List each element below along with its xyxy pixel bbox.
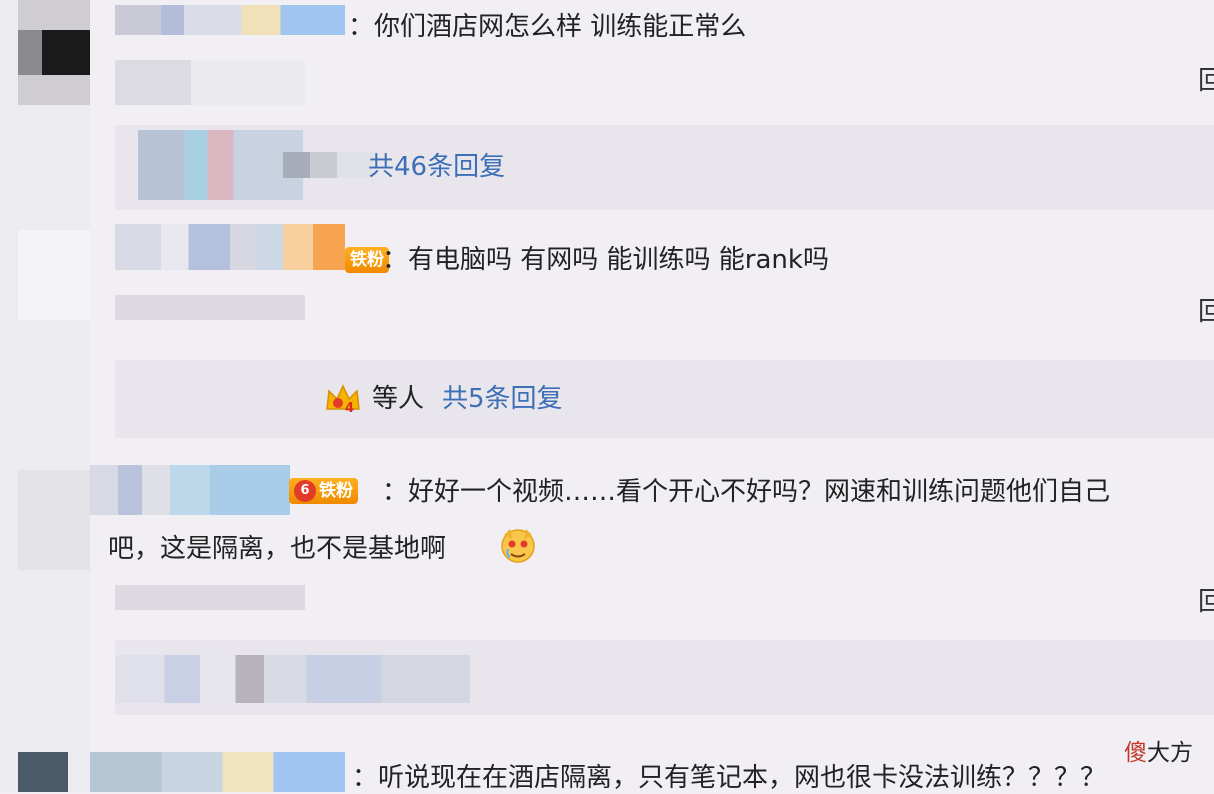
- username-sub-blur: [115, 60, 305, 105]
- username-blur[interactable]: [115, 224, 345, 270]
- crown-level-icon: 4: [326, 384, 360, 415]
- reply-names-blur: [115, 655, 470, 703]
- comment-text: ：你们酒店网怎么样 训练能正常么: [348, 12, 747, 42]
- replies-prefix: 等人: [372, 384, 425, 414]
- watermark-text: 大方: [1147, 740, 1193, 766]
- username-blur[interactable]: [90, 752, 345, 792]
- comment-text: ：听说现在在酒店隔离，只有笔记本，网也很卡没法训练？？？？: [352, 763, 1107, 793]
- comment-text-line1: ：好好一个视频……看个开心不好吗？网速和训练问题他们自己: [382, 477, 1111, 507]
- avatar-pixel: [18, 30, 42, 75]
- username-sub-blur: [115, 295, 305, 320]
- avatar-column: [0, 0, 90, 792]
- avatar-pixel: [42, 30, 90, 75]
- replies-panel: [115, 360, 1214, 438]
- watermark-char: 傻: [1124, 740, 1147, 766]
- reply-button[interactable]: 回: [1198, 586, 1214, 618]
- username-sub-blur: [115, 585, 305, 610]
- view-replies-link[interactable]: 共46条回复: [368, 151, 505, 183]
- reply-avatars-blur: [138, 130, 303, 200]
- username-blur[interactable]: [115, 5, 345, 35]
- avatar[interactable]: [18, 230, 90, 320]
- comment-text-line2: 吧，这是隔离，也不是基地啊: [108, 534, 447, 564]
- badge-level: 6: [294, 480, 316, 502]
- svg-text:4: 4: [345, 401, 354, 415]
- reply-button[interactable]: 回: [1198, 296, 1214, 328]
- comment-text: ：有电脑吗 有网吗 能训练吗 能rank吗: [382, 245, 829, 275]
- reply-button[interactable]: 回: [1198, 65, 1214, 97]
- view-replies-link[interactable]: 共5条回复: [442, 383, 563, 415]
- dog-emoji-icon: [501, 529, 535, 563]
- reply-names-blur: [283, 152, 373, 178]
- avatar[interactable]: [18, 752, 68, 792]
- avatar[interactable]: [18, 470, 90, 570]
- watermark: 傻大方: [1124, 738, 1193, 768]
- badge-label: 铁粉: [319, 481, 353, 501]
- username-blur[interactable]: [90, 465, 290, 515]
- fan-badge: 6 铁粉: [289, 478, 358, 504]
